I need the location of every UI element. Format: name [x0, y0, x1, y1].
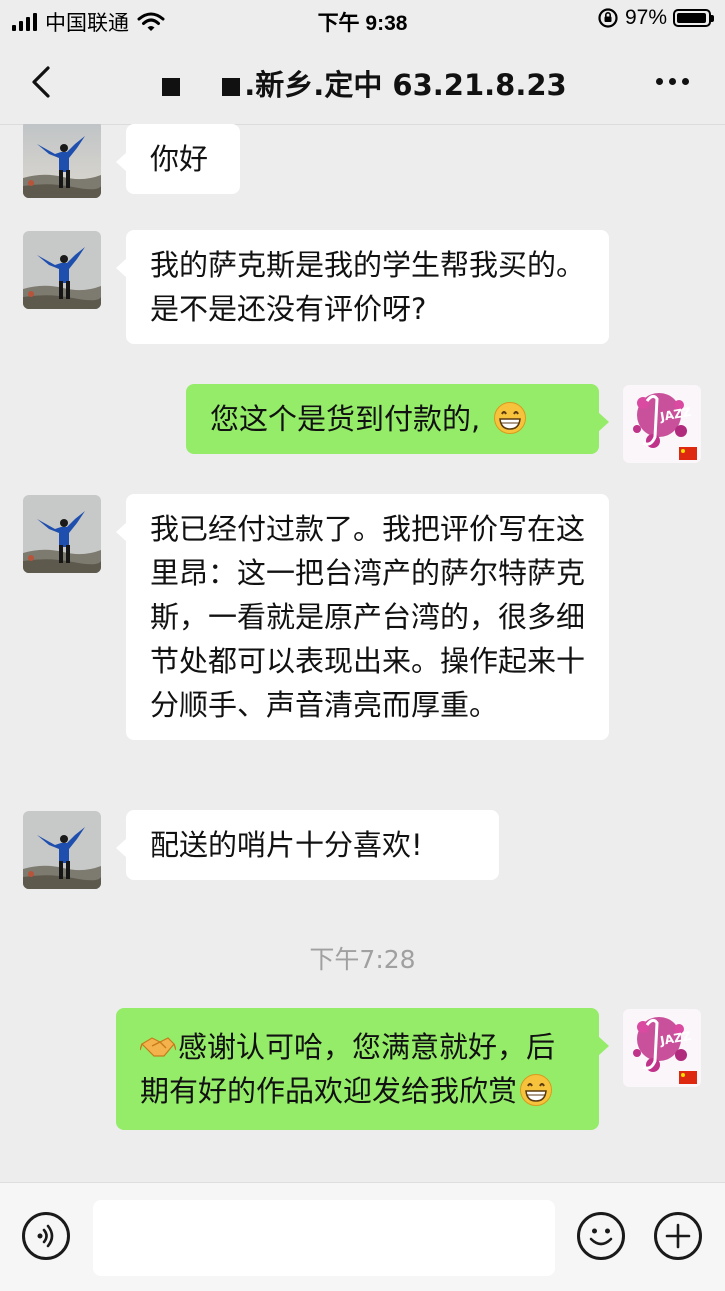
chat-title-text: .新乡.定中 63.21.8.23 [244, 68, 567, 102]
contact-avatar[interactable] [23, 231, 101, 309]
chat-title: .新乡.定中 63.21.8.23 [0, 62, 725, 104]
battery-icon [673, 9, 714, 27]
incoming-message: 配送的哨片十分喜欢! [116, 810, 499, 880]
message-text: 您这个是货到付款的, [210, 402, 481, 436]
grin-emoji [520, 1074, 553, 1106]
more-functions-button[interactable] [654, 1212, 702, 1260]
contact-avatar[interactable] [23, 124, 101, 198]
redaction-block [222, 78, 241, 96]
emoji-button[interactable] [577, 1212, 625, 1260]
orientation-lock-icon [598, 8, 618, 28]
incoming-message: 我已经付过款了。我把评价写在这里昂：这一把台湾产的萨尔特萨克斯，一看就是原产台湾… [116, 494, 609, 740]
message-text: 你好 [150, 142, 209, 176]
incoming-message: 你好 [116, 124, 240, 194]
handshake-emoji [139, 1037, 177, 1057]
incoming-message: 我的萨克斯是我的学生帮我买的。是不是还没有评价呀? [116, 230, 609, 344]
contact-avatar[interactable] [23, 811, 101, 889]
status-bar: 中国联通 下午 9:38 97% [0, 0, 725, 40]
message-timestamp: 下午7:28 [309, 945, 416, 974]
redaction-block [162, 78, 181, 96]
battery-percent: 97% [624, 6, 667, 29]
self-avatar[interactable]: JAZZ [623, 385, 701, 463]
smiley-icon [589, 1228, 613, 1246]
nav-bar: .新乡.定中 63.21.8.23 [0, 40, 725, 125]
self-avatar[interactable]: JAZZ [623, 1009, 701, 1087]
plus-icon [665, 1223, 691, 1249]
more-options-button[interactable] [656, 78, 689, 85]
grin-emoji [494, 402, 527, 434]
input-bar [0, 1182, 725, 1291]
message-text: 我已经付过款了。我把评价写在这里昂：这一把台湾产的萨尔特萨克斯，一看就是原产台湾… [150, 512, 586, 722]
contact-avatar[interactable] [23, 495, 101, 573]
chat-area: 你好 我的萨克斯是我的学生帮我买的。是不是还没有评价呀? 您这个是货到付款的, [0, 124, 725, 1182]
voice-input-button[interactable] [22, 1212, 70, 1260]
message-input[interactable] [93, 1200, 555, 1276]
outgoing-message: 感谢认可哈，您满意就好，后期有好的作品欢迎发给我欣赏 [116, 1008, 609, 1130]
message-text: 配送的哨片十分喜欢! [150, 828, 423, 862]
message-text: 感谢认可哈，您满意就好，后期有好的作品欢迎发给我欣赏 [140, 1030, 556, 1108]
voice-icon [37, 1224, 54, 1248]
outgoing-message: 您这个是货到付款的, [186, 384, 609, 454]
message-text: 我的萨克斯是我的学生帮我买的。是不是还没有评价呀? [150, 248, 586, 326]
